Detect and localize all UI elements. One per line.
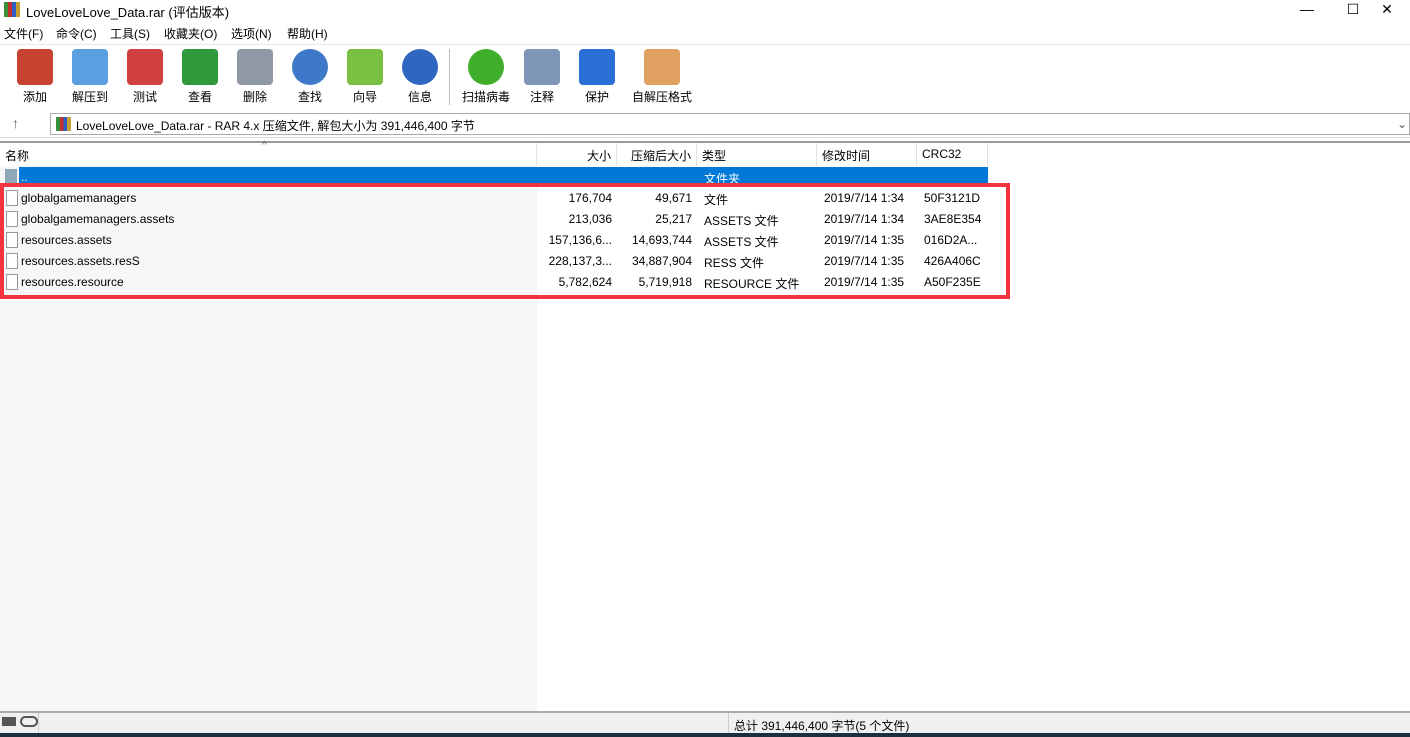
extract-folder-icon [72,49,108,85]
title-bar: LoveLoveLove_Data.rar (评估版本) — ☐ ✕ [0,0,1410,20]
window-title: LoveLoveLove_Data.rar (评估版本) [26,5,230,20]
toolbar-label: 删除 [242,90,267,104]
status-bar: 总计 391,446,400 字节(5 个文件) [0,711,1410,733]
toolbar-button-8[interactable]: 扫描病毒 [458,49,514,105]
minimize-button[interactable]: — [1284,0,1330,20]
toolbar-button-6[interactable]: 向导 [337,49,393,105]
toolbar-button-1[interactable]: 解压到 [62,49,118,105]
wizard-wand-icon [347,49,383,85]
shield-icon [579,49,615,85]
toolbar-label: 添加 [22,90,47,104]
menu-help[interactable]: 帮助(H) [287,25,328,42]
toolbar-button-10[interactable]: 保护 [569,49,625,105]
column-header-name[interactable]: 名称 ^ [0,140,537,166]
toolbar-button-0[interactable]: 添加 [7,49,63,105]
address-field[interactable]: LoveLoveLove_Data.rar - RAR 4.x 压缩文件, 解包… [50,113,1410,135]
toolbar-button-3[interactable]: 查看 [172,49,228,105]
sort-ascending-icon: ^ [262,140,267,151]
column-header-modified[interactable]: 修改时间 [817,143,917,166]
toolbar-label: 扫描病毒 [461,90,510,104]
toolbar-label: 注释 [529,90,554,104]
toolbar-label: 测试 [132,90,157,104]
menu-tools[interactable]: 工具(S) [110,25,150,42]
trash-icon [237,49,273,85]
address-bar: ↑ LoveLoveLove_Data.rar - RAR 4.x 压缩文件, … [0,111,1410,138]
info-icon [402,49,438,85]
sfx-box-icon [644,49,680,85]
toolbar-button-4[interactable]: 删除 [227,49,283,105]
toolbar-label: 解压到 [71,90,108,104]
up-arrow-icon[interactable]: ↑ [12,115,19,131]
address-text: LoveLoveLove_Data.rar - RAR 4.x 压缩文件, 解包… [76,119,475,133]
menu-favorites[interactable]: 收藏夹(O) [164,25,217,42]
close-button[interactable]: ✕ [1364,0,1410,20]
toolbar-button-2[interactable]: 测试 [117,49,173,105]
menu-bar: 文件(F) 命令(C) 工具(S) 收藏夹(O) 选项(N) 帮助(H) [0,22,1410,42]
view-book-icon [182,49,218,85]
toolbar-separator [449,49,450,105]
menu-file[interactable]: 文件(F) [4,25,43,42]
column-header-packed[interactable]: 压缩后大小 [617,143,697,166]
winrar-app-icon [4,2,20,17]
toolbar-button-9[interactable]: 注释 [514,49,570,105]
rar-archive-icon [56,117,71,131]
menu-command[interactable]: 命令(C) [56,25,97,42]
toolbar-label: 查找 [297,90,322,104]
magnifier-icon [292,49,328,85]
toolbar: 添加 解压到 测试 查看 删除 查找 向导 信息 扫描病毒 注释 保护 自解压格式 [0,44,1410,110]
column-header-crc32[interactable]: CRC32 [917,143,988,166]
highlight-box [0,183,1010,299]
test-clipboard-icon [127,49,163,85]
toolbar-button-11[interactable]: 自解压格式 [632,49,692,105]
toolbar-label: 保护 [584,90,609,104]
toolbar-button-5[interactable]: 查找 [282,49,338,105]
drive-icon [2,717,16,726]
toolbar-label: 查看 [187,90,212,104]
column-header-size[interactable]: 大小 [537,143,617,166]
toolbar-label: 自解压格式 [632,90,693,104]
toolbar-button-7[interactable]: 信息 [392,49,448,105]
comment-icon [524,49,560,85]
key-icon [20,716,38,727]
virus-scan-icon [468,49,504,85]
toolbar-label: 信息 [407,90,432,104]
toolbar-label: 向导 [352,90,377,104]
column-header-type[interactable]: 类型 [697,143,817,166]
add-archive-icon [17,49,53,85]
menu-options[interactable]: 选项(N) [231,25,272,42]
taskbar [0,733,1410,737]
status-total: 总计 391,446,400 字节(5 个文件) [734,719,910,733]
chevron-down-icon[interactable]: ⌄ [1397,117,1407,131]
